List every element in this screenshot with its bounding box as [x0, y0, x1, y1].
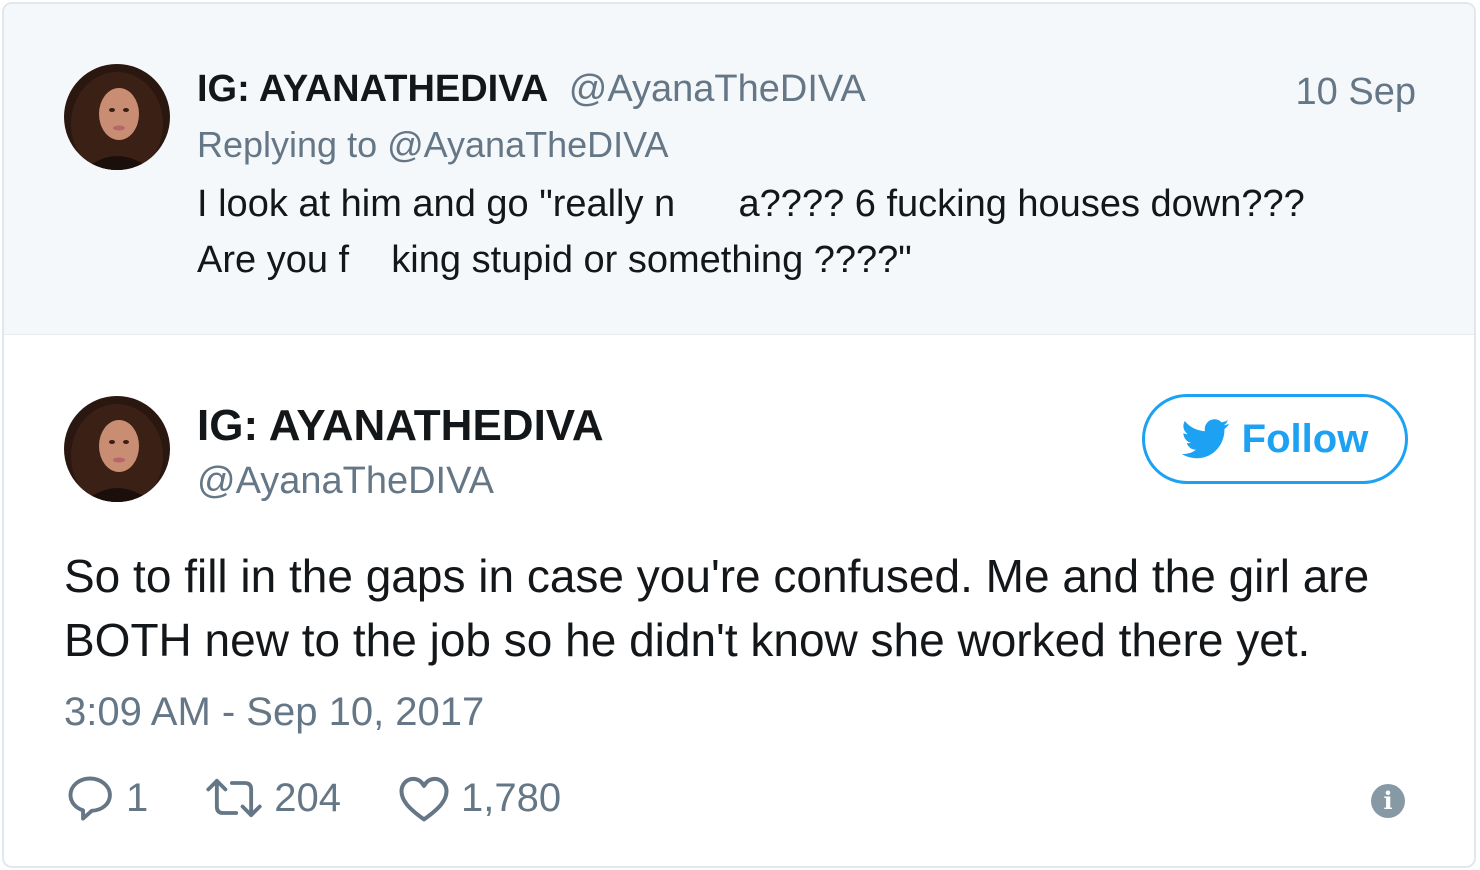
tweet-embed-card: IG: AYANATHEDIVA @AyanaTheDIVA 10 Sep Re… — [2, 2, 1476, 868]
parent-tweet[interactable]: IG: AYANATHEDIVA @AyanaTheDIVA 10 Sep Re… — [4, 4, 1474, 335]
tweet-text-line: So to fill in the gaps in case you're co… — [64, 550, 1370, 602]
retweet-icon — [204, 772, 264, 824]
avatar[interactable] — [64, 64, 170, 170]
tweet-timestamp[interactable]: 3:09 AM - Sep 10, 2017 — [64, 690, 484, 735]
replying-to: Replying to @AyanaTheDIVA — [197, 124, 668, 166]
user-handle[interactable]: @AyanaTheDIVA — [197, 460, 494, 503]
tweet-date[interactable]: 10 Sep — [1296, 71, 1416, 114]
tweet-text-line: I look at him and go "really n a???? 6 f… — [197, 183, 1305, 225]
tweet-text: So to fill in the gaps in case you're co… — [64, 544, 1464, 672]
heart-icon — [397, 773, 451, 823]
like-count: 1,780 — [461, 775, 562, 820]
twitter-bird-icon — [1181, 419, 1230, 459]
retweet-count: 204 — [274, 775, 341, 820]
reply-icon — [64, 772, 116, 824]
user-handle[interactable]: @AyanaTheDIVA — [569, 68, 866, 110]
tweet-actions: 1 204 1,780 — [64, 770, 617, 826]
display-name[interactable]: IG: AYANATHEDIVA — [197, 401, 604, 451]
parent-tweet-header: IG: AYANATHEDIVA @AyanaTheDIVA — [197, 68, 866, 111]
follow-button[interactable]: Follow — [1142, 394, 1408, 484]
follow-label: Follow — [1241, 416, 1369, 461]
display-name[interactable]: IG: AYANATHEDIVA — [197, 68, 548, 110]
tweet-text-line: Are you f king stupid or something ????" — [197, 239, 912, 281]
tweet-text-line: BOTH new to the job so he didn't know sh… — [64, 614, 1311, 666]
retweet-action[interactable]: 204 — [204, 772, 341, 824]
replying-to-label: Replying to — [197, 124, 378, 165]
parent-tweet-text: I look at him and go "really n a???? 6 f… — [197, 176, 1427, 288]
replying-to-handle[interactable]: @AyanaTheDIVA — [387, 124, 668, 165]
avatar[interactable] — [64, 396, 170, 502]
like-action[interactable]: 1,780 — [397, 773, 561, 823]
info-icon[interactable]: i — [1371, 784, 1405, 818]
reply-action[interactable]: 1 — [64, 772, 148, 824]
reply-count: 1 — [126, 775, 149, 820]
